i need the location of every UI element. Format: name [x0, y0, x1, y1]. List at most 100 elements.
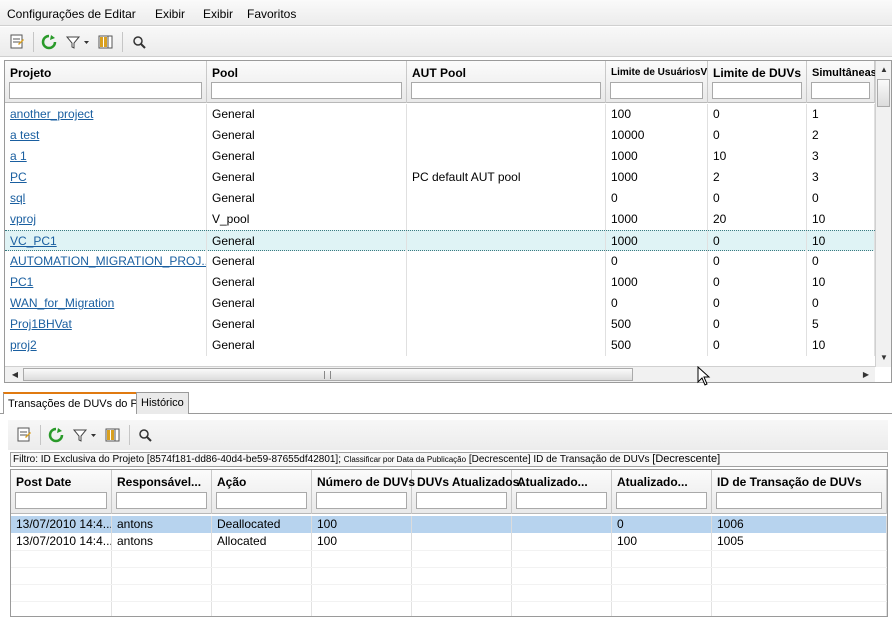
table-row[interactable]: Proj1BHVat General 500 0 5 — [5, 314, 875, 335]
vertical-scroll-thumb[interactable] — [877, 79, 890, 107]
table-cell: 100 — [612, 533, 712, 550]
projects-vertical-scrollbar[interactable]: ▲ ▼ — [875, 61, 891, 367]
filter-responsavel-input[interactable] — [116, 492, 207, 509]
filter-atualizado-2-input[interactable] — [616, 492, 707, 509]
table-row[interactable]: proj2 General 500 0 10 — [5, 335, 875, 356]
search-icon[interactable] — [135, 425, 155, 445]
filter-atualizado-1-input[interactable] — [516, 492, 607, 509]
col-post-date[interactable]: Post Date — [11, 470, 112, 514]
columns-icon[interactable] — [103, 425, 123, 445]
filter-projeto-input[interactable] — [9, 82, 202, 99]
empty-row — [11, 550, 887, 568]
filter-icon[interactable] — [64, 32, 92, 52]
search-icon[interactable] — [129, 32, 149, 52]
col-limite-usuarios[interactable]: Limite de UsuáriosV — [606, 61, 708, 103]
table-cell: 0 — [612, 516, 712, 533]
table-row[interactable]: vproj V_pool 1000 20 10 — [5, 209, 875, 230]
refresh-icon[interactable] — [46, 425, 66, 445]
col-limite-duvs[interactable]: Limite de DUVs — [708, 61, 807, 103]
col-aut-pool[interactable]: AUT Pool — [407, 61, 606, 103]
filter-acao-input[interactable] — [216, 492, 307, 509]
table-cell: 1000 — [606, 272, 708, 293]
col-pool[interactable]: Pool — [207, 61, 407, 103]
project-link[interactable]: a 1 — [5, 146, 207, 167]
project-link[interactable]: VC_PC1 — [5, 231, 207, 252]
notes-icon[interactable] — [7, 32, 27, 52]
table-cell — [407, 188, 606, 209]
table-row[interactable]: a 1 General 1000 10 3 — [5, 146, 875, 167]
filter-post-date-input[interactable] — [15, 492, 107, 509]
table-row[interactable]: WAN_for_Migration General 0 0 0 — [5, 293, 875, 314]
project-link[interactable]: PC1 — [5, 272, 207, 293]
col-atualizado-1[interactable]: Atualizado... — [512, 470, 612, 514]
project-link[interactable]: Proj1BHVat — [5, 314, 207, 335]
menu-item-exibir-2[interactable]: Exibir — [203, 7, 233, 21]
col-responsavel[interactable]: Responsável... — [112, 470, 212, 514]
project-link[interactable]: WAN_for_Migration — [5, 293, 207, 314]
col-simultaneas[interactable]: Simultâneas — [807, 61, 877, 103]
col-acao[interactable]: Ação — [212, 470, 312, 514]
menu-item-favoritos[interactable]: Favoritos — [247, 7, 296, 21]
scroll-right-icon[interactable]: ▶ — [858, 367, 874, 382]
filter-aut-pool-input[interactable] — [411, 82, 601, 99]
table-row[interactable]: PC1 General 1000 0 10 — [5, 272, 875, 293]
project-link[interactable]: sql — [5, 188, 207, 209]
project-link[interactable]: PC — [5, 167, 207, 188]
tab-transacoes-duvs[interactable]: Transações de DUVs do PC — [3, 392, 151, 414]
table-cell: General — [207, 314, 407, 335]
table-cell: 1005 — [712, 533, 887, 550]
menu-item-exibir[interactable]: Exibir — [155, 7, 185, 21]
table-cell: 500 — [606, 314, 708, 335]
col-numero-duvs[interactable]: Número de DUVs — [312, 470, 415, 514]
project-link[interactable]: proj2 — [5, 335, 207, 356]
table-row[interactable]: 13/07/2010 14:4... antons Deallocated 100 0 1… — [11, 516, 887, 533]
tab-historico[interactable]: Histórico — [136, 392, 189, 414]
columns-icon[interactable] — [96, 32, 116, 52]
col-atualizado-2[interactable]: Atualizado... — [612, 470, 712, 514]
empty-row — [11, 584, 887, 602]
table-cell: 13/07/2010 14:4... — [11, 533, 112, 550]
table-cell — [407, 209, 606, 230]
table-cell: 2 — [708, 167, 807, 188]
table-cell: General — [207, 335, 407, 356]
project-link[interactable]: AUTOMATION_MIGRATION_PROJ... — [5, 251, 207, 272]
notes-icon[interactable] — [14, 425, 34, 445]
table-row[interactable]: VC_PC1 General 1000 0 10 — [5, 230, 875, 252]
projects-horizontal-scrollbar[interactable]: ◀ ▶ — [5, 366, 875, 382]
table-cell: 1000 — [606, 167, 708, 188]
table-cell: 0 — [708, 293, 807, 314]
project-link[interactable]: a test — [5, 125, 207, 146]
filter-numero-duvs-input[interactable] — [316, 492, 407, 509]
table-cell: 1006 — [712, 516, 887, 533]
col-projeto[interactable]: Projeto — [5, 61, 207, 103]
table-row[interactable]: a test General 10000 0 2 — [5, 125, 875, 146]
horizontal-scroll-thumb[interactable] — [23, 368, 633, 381]
scroll-down-icon[interactable]: ▼ — [876, 350, 891, 366]
filter-duvs-atualizados-input[interactable] — [416, 492, 507, 509]
table-cell: antons — [112, 516, 212, 533]
project-link[interactable]: vproj — [5, 209, 207, 230]
col-duvs-atualizados[interactable]: DUVs Atualizados... — [412, 470, 529, 514]
filter-pool-input[interactable] — [211, 82, 402, 99]
bottom-toolbar — [8, 420, 888, 450]
empty-row — [11, 601, 887, 616]
scroll-left-icon[interactable]: ◀ — [7, 367, 23, 382]
scroll-up-icon[interactable]: ▲ — [876, 62, 891, 78]
table-cell: Allocated — [212, 533, 312, 550]
filter-id-transacao-input[interactable] — [716, 492, 882, 509]
table-row[interactable]: sql General 0 0 0 — [5, 188, 875, 209]
table-cell — [407, 272, 606, 293]
project-link[interactable]: another_project — [5, 104, 207, 125]
table-row[interactable]: another_project General 100 0 1 — [5, 104, 875, 125]
filter-simultaneas-input[interactable] — [811, 82, 870, 99]
menu-item-configuracoes[interactable]: Configurações de Editar — [7, 7, 136, 21]
filter-limite-duvs-input[interactable] — [712, 82, 802, 99]
filter-icon[interactable] — [71, 425, 99, 445]
table-row[interactable]: PC General PC default AUT pool 1000 2 3 — [5, 167, 875, 188]
table-row[interactable]: 13/07/2010 14:4... antons Allocated 100 100 1… — [11, 533, 887, 550]
refresh-icon[interactable] — [39, 32, 59, 52]
filter-limite-usuarios-input[interactable] — [610, 82, 703, 99]
table-cell — [407, 104, 606, 125]
col-id-transacao[interactable]: ID de Transação de DUVs — [712, 470, 887, 514]
table-row[interactable]: AUTOMATION_MIGRATION_PROJ... General 0 0 0 — [5, 251, 875, 272]
